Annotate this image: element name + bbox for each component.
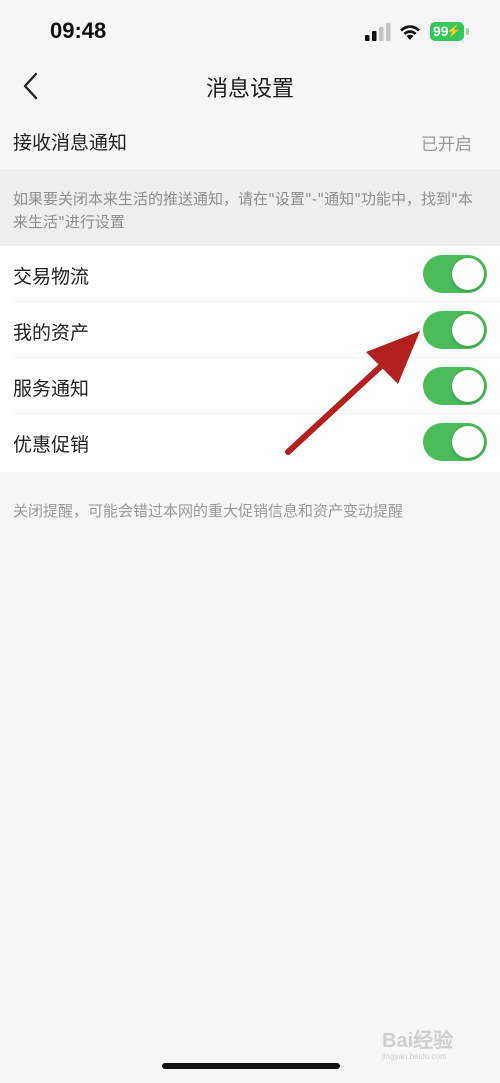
charging-bolt-icon: ⚡ — [446, 24, 461, 38]
watermark-sub: jingyan.baidu.com — [382, 1052, 447, 1061]
status-bar: 09:48 99 ⚡ — [0, 0, 500, 62]
toggle-label: 交易物流 — [13, 266, 90, 288]
toggle-label: 我的资产 — [13, 322, 90, 344]
cellular-signal-icon — [365, 23, 391, 41]
hint-text: 如果要关闭本来生活的推送通知，请在"设置"-"通知"功能中，找到"本来生活"进行… — [13, 190, 473, 231]
toggle-label: 优惠促销 — [13, 434, 90, 456]
receive-notifications-row[interactable]: 接收消息通知 已开启 — [0, 113, 500, 169]
footer-note: 关闭提醒，可能会错过本网的重大促销信息和资产变动提醒 — [13, 502, 404, 520]
page-title: 消息设置 — [205, 77, 294, 102]
notification-toggle-list: 交易物流 我的资产 服务通知 优惠促销 — [0, 246, 500, 472]
screen: 09:48 99 ⚡ 消息设置 接收消息通知 已开启 如果要关闭本来生活的推送通… — [0, 0, 500, 1083]
battery-cap — [466, 28, 469, 35]
wifi-icon — [400, 25, 420, 40]
toggle-switch-promotions[interactable] — [423, 423, 487, 461]
watermark-text: Bai经验 — [382, 1030, 454, 1052]
home-indicator[interactable] — [162, 1063, 340, 1069]
toggle-switch-service-notifications[interactable] — [423, 367, 487, 405]
toggle-label: 服务通知 — [13, 378, 90, 400]
toggle-row-my-assets: 我的资产 — [0, 302, 500, 358]
watermark-logo: Bai经验 jingyan.baidu.com — [382, 1030, 477, 1070]
hint-section: 如果要关闭本来生活的推送通知，请在"设置"-"通知"功能中，找到"本来生活"进行… — [0, 169, 500, 246]
switch-knob — [452, 370, 484, 402]
switch-knob — [452, 258, 484, 290]
toggle-switch-my-assets[interactable] — [423, 311, 487, 349]
battery-icon: 99 ⚡ — [430, 22, 464, 41]
status-time: 09:48 — [50, 18, 107, 43]
receive-notifications-label: 接收消息通知 — [13, 132, 128, 154]
receive-notifications-status: 已开启 — [421, 135, 472, 155]
switch-knob — [452, 426, 484, 458]
nav-bar: 消息设置 — [0, 62, 500, 108]
toggle-row-trade-logistics: 交易物流 — [0, 246, 500, 302]
switch-knob — [452, 314, 484, 346]
toggle-row-promotions: 优惠促销 — [0, 414, 500, 470]
toggle-row-service-notifications: 服务通知 — [0, 358, 500, 414]
toggle-switch-trade-logistics[interactable] — [423, 255, 487, 293]
